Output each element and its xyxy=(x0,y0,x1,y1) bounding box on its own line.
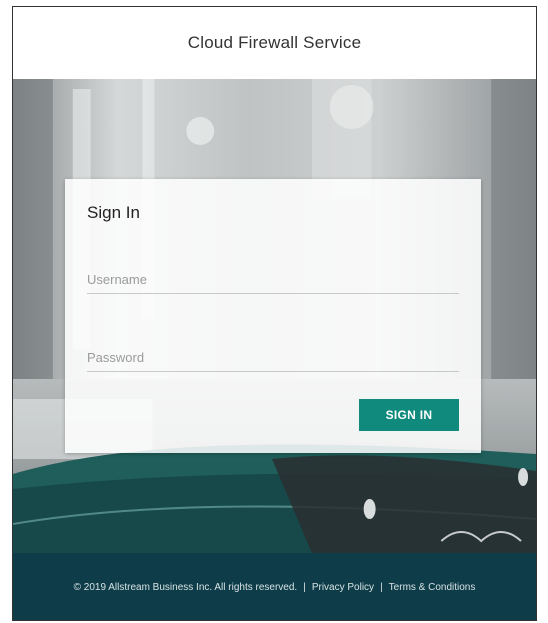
page-title: Cloud Firewall Service xyxy=(187,33,362,52)
sign-in-title: Sign In xyxy=(87,203,140,222)
footer-separator: | xyxy=(303,582,306,593)
copyright-text: © 2019 Allstream Business Inc. All right… xyxy=(73,582,298,593)
footer-separator: | xyxy=(380,582,383,593)
page-header: Cloud Firewall Service xyxy=(13,7,536,80)
password-input[interactable] xyxy=(87,343,459,372)
page-frame: Cloud Firewall Service Sign In Username … xyxy=(12,6,537,621)
privacy-policy-link[interactable]: Privacy Policy xyxy=(312,582,374,593)
terms-conditions-link[interactable]: Terms & Conditions xyxy=(389,582,476,593)
sign-in-button[interactable]: SIGN IN xyxy=(359,399,459,431)
username-input[interactable] xyxy=(87,265,459,294)
page-footer: © 2019 Allstream Business Inc. All right… xyxy=(13,553,536,620)
sign-in-card: Sign In SIGN IN xyxy=(65,179,481,453)
